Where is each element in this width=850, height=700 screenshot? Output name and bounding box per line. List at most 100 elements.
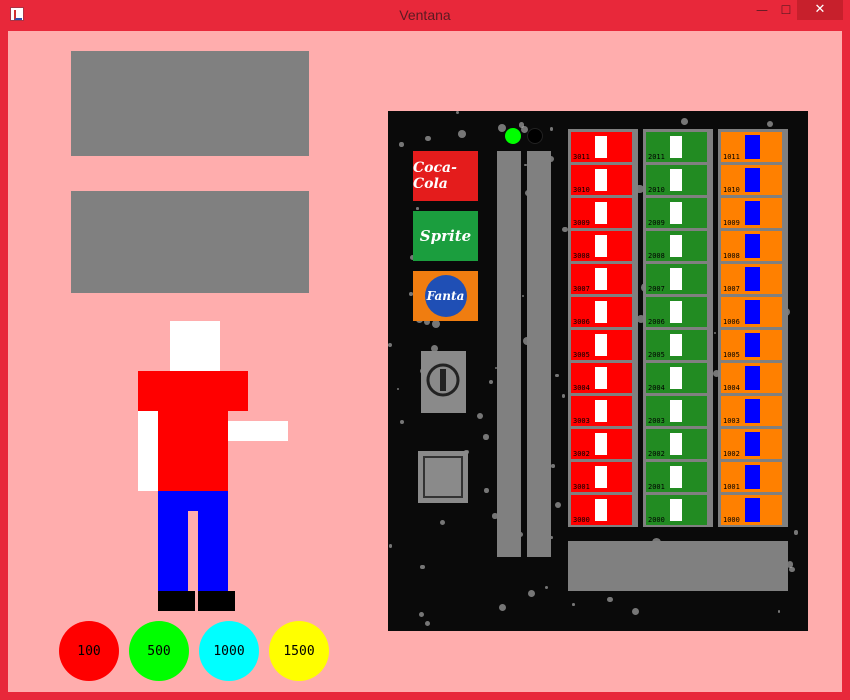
product-slot-1000[interactable]: 1000 [721, 495, 782, 525]
product-slot-2011[interactable]: 2011 [646, 132, 707, 162]
product-can [595, 169, 607, 191]
bubble [483, 434, 489, 440]
product-slot-1005[interactable]: 1005 [721, 330, 782, 360]
coin-500-button[interactable]: 500 [129, 621, 189, 681]
person-left-leg [158, 491, 188, 591]
product-slot-2010[interactable]: 2010 [646, 165, 707, 195]
bubble [425, 621, 431, 627]
bubble [477, 413, 484, 419]
product-can [670, 301, 682, 323]
product-slot-1002[interactable]: 1002 [721, 429, 782, 459]
product-slot-3004[interactable]: 3004 [571, 363, 632, 393]
product-slot-2003[interactable]: 2003 [646, 396, 707, 426]
fanta-column: 1011 1010 1009 1008 1007 1006 1005 1004 1003 1002… [718, 129, 788, 527]
product-slot-2007[interactable]: 2007 [646, 264, 707, 294]
coin-slot[interactable] [421, 351, 466, 413]
product-can [670, 202, 682, 224]
product-code: 2011 [648, 153, 665, 161]
product-slot-1008[interactable]: 1008 [721, 231, 782, 261]
coin-100-button[interactable]: 100 [59, 621, 119, 681]
bubble [607, 596, 613, 603]
status-led-black [527, 128, 543, 144]
product-code: 2004 [648, 384, 665, 392]
product-slot-3005[interactable]: 3005 [571, 330, 632, 360]
product-slot-2001[interactable]: 2001 [646, 462, 707, 492]
product-code: 3009 [573, 219, 590, 227]
minimize-button[interactable]: — [749, 0, 775, 20]
product-can [595, 136, 607, 158]
product-slot-3000[interactable]: 3000 [571, 495, 632, 525]
dispense-tray[interactable] [568, 541, 788, 591]
product-slot-3001[interactable]: 3001 [571, 462, 632, 492]
person-shirt [138, 371, 248, 411]
product-slot-1009[interactable]: 1009 [721, 198, 782, 228]
product-can [595, 466, 607, 488]
coin-tube-right [527, 151, 551, 557]
bubble [561, 394, 566, 398]
product-code: 2007 [648, 285, 665, 293]
product-can [670, 334, 682, 356]
product-slot-3010[interactable]: 3010 [571, 165, 632, 195]
bubble [389, 544, 393, 548]
product-slot-2002[interactable]: 2002 [646, 429, 707, 459]
product-slot-1011[interactable]: 1011 [721, 132, 782, 162]
product-slot-1004[interactable]: 1004 [721, 363, 782, 393]
product-slot-3006[interactable]: 3006 [571, 297, 632, 327]
coca-cola-button[interactable]: Coca-Cola [413, 151, 478, 201]
product-slot-3009[interactable]: 3009 [571, 198, 632, 228]
product-can [745, 201, 760, 225]
product-slot-3007[interactable]: 3007 [571, 264, 632, 294]
product-slot-1010[interactable]: 1010 [721, 165, 782, 195]
bubble [554, 373, 559, 378]
product-can [670, 433, 682, 455]
product-slot-3002[interactable]: 3002 [571, 429, 632, 459]
product-code: 2009 [648, 219, 665, 227]
product-can [745, 267, 760, 291]
bubble [400, 420, 405, 425]
product-code: 3005 [573, 351, 590, 359]
change-return-slot [423, 456, 463, 498]
product-slot-1007[interactable]: 1007 [721, 264, 782, 294]
product-code: 1009 [723, 219, 740, 227]
sprite-logo-text: Sprite [419, 227, 472, 245]
product-slot-2006[interactable]: 2006 [646, 297, 707, 327]
coin-1500-button[interactable]: 1500 [269, 621, 329, 681]
product-slot-3011[interactable]: 3011 [571, 132, 632, 162]
bubble [439, 519, 446, 525]
product-code: 2010 [648, 186, 665, 194]
person-right-shoe [198, 591, 235, 611]
product-code: 1002 [723, 450, 740, 458]
product-slot-1001[interactable]: 1001 [721, 462, 782, 492]
product-slot-1003[interactable]: 1003 [721, 396, 782, 426]
display-panel-bottom [71, 191, 309, 293]
sprite-button[interactable]: Sprite [413, 211, 478, 261]
product-code: 3004 [573, 384, 590, 392]
product-can [595, 433, 607, 455]
product-slot-2005[interactable]: 2005 [646, 330, 707, 360]
product-slot-2000[interactable]: 2000 [646, 495, 707, 525]
bubble [457, 130, 466, 139]
vending-machine: Coca-Cola Sprite Fanta 3011 3010 3009 3008 3… [388, 111, 808, 631]
product-slot-3008[interactable]: 3008 [571, 231, 632, 261]
product-slot-1006[interactable]: 1006 [721, 297, 782, 327]
product-code: 1007 [723, 285, 740, 293]
product-can [745, 465, 760, 489]
product-slot-2004[interactable]: 2004 [646, 363, 707, 393]
coin-1000-button[interactable]: 1000 [199, 621, 259, 681]
product-slot-2009[interactable]: 2009 [646, 198, 707, 228]
coca-cola-logo-text: Coca-Cola [413, 160, 457, 192]
maximize-button[interactable]: ☐ [775, 0, 797, 20]
close-button[interactable]: ✕ [797, 0, 843, 20]
product-can [745, 432, 760, 456]
person-head [170, 321, 220, 371]
product-slot-2008[interactable]: 2008 [646, 231, 707, 261]
product-can [745, 333, 760, 357]
change-return-button[interactable] [418, 451, 468, 503]
bubble [572, 603, 576, 607]
product-can [595, 400, 607, 422]
fanta-button[interactable]: Fanta [413, 271, 478, 321]
product-slot-3003[interactable]: 3003 [571, 396, 632, 426]
product-code: 1006 [723, 318, 740, 326]
person-shirt-lower [158, 411, 228, 491]
bubble [456, 111, 460, 115]
